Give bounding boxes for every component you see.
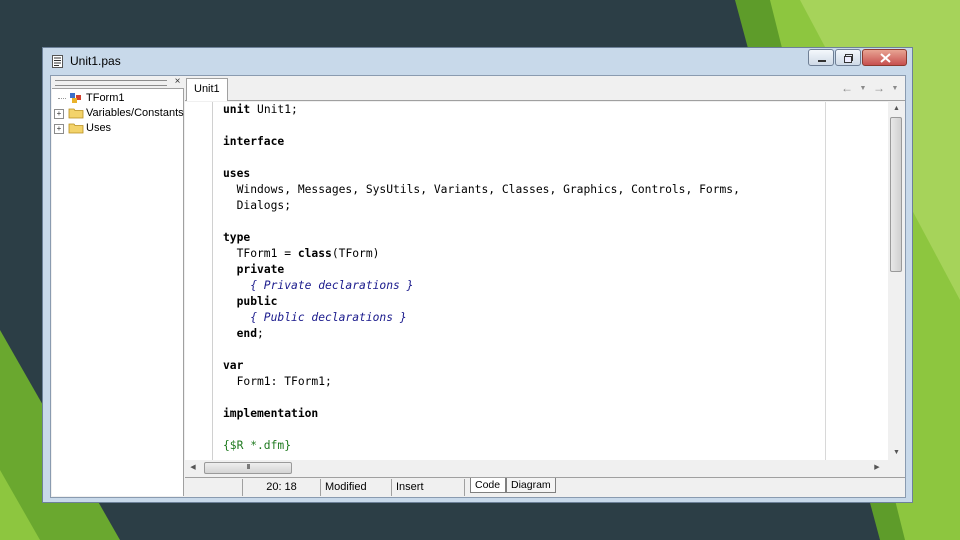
code-line: var — [223, 358, 823, 374]
cursor-position: 20: 18 — [243, 479, 321, 496]
tree-item-label: Variables/Constants — [86, 107, 184, 119]
editor-gutter[interactable] — [185, 102, 213, 460]
code-line: {$R *.dfm} — [223, 438, 823, 454]
tree-connector — [58, 98, 66, 99]
tab-code[interactable]: Code — [470, 478, 506, 493]
status-bar: 20: 18 Modified Insert Code Diagram — [185, 477, 905, 496]
code-text: TForm1 = class(TForm) — [223, 247, 380, 260]
code-text: unit Unit1; — [223, 103, 298, 116]
expand-icon[interactable]: + — [54, 109, 64, 119]
close-icon — [880, 53, 891, 63]
tree-item-uses[interactable]: + Uses — [52, 121, 184, 136]
code-text: var — [223, 359, 244, 372]
minimize-icon — [818, 60, 826, 62]
code-line: interface — [223, 134, 823, 150]
source-code[interactable]: unit Unit1; interface uses Windows, Messag… — [223, 102, 823, 454]
code-text: private — [236, 263, 285, 276]
modified-indicator: Modified — [322, 479, 392, 496]
code-line: unit Unit1; — [223, 102, 823, 118]
minimize-button[interactable] — [808, 49, 834, 66]
status-blank-cell — [185, 479, 243, 496]
horizontal-scroll-thumb[interactable]: III — [204, 462, 292, 474]
code-line: Form1: TForm1; — [223, 374, 823, 390]
code-line: { Public declarations } — [223, 310, 823, 326]
back-dropdown-icon[interactable]: ▼ — [859, 82, 867, 95]
explorer-close-button[interactable]: × — [173, 77, 182, 87]
window-title: Unit1.pas — [70, 54, 121, 68]
code-text: interface — [223, 135, 285, 148]
editor-tab-strip: Unit1 ← ▼ → ▼ — [185, 77, 905, 101]
tab-unit1[interactable]: Unit1 — [186, 78, 228, 101]
maximize-button[interactable] — [835, 49, 861, 66]
client-area: × TForm1 + Variables/Constants + Uses Un… — [50, 75, 906, 498]
right-margin-line — [825, 102, 826, 460]
code-text: implementation — [223, 407, 319, 420]
code-line: uses — [223, 166, 823, 182]
close-button[interactable] — [862, 49, 907, 66]
code-text: Dialogs; — [223, 199, 292, 212]
arrow-left-icon[interactable]: ← — [839, 82, 855, 95]
tree-item-tform1[interactable]: TForm1 — [52, 91, 184, 106]
code-line: public — [223, 294, 823, 310]
tab-diagram[interactable]: Diagram — [506, 478, 556, 493]
editor-window: Unit1.pas × TForm1 + Variables/Constants… — [42, 47, 913, 503]
horizontal-scrollbar[interactable]: ◀ III ▶ — [185, 460, 905, 476]
code-text: uses — [223, 167, 251, 180]
folder-icon — [68, 123, 84, 134]
code-text: Windows, Messages, SysUtils, Variants, C… — [223, 183, 740, 196]
code-line: private — [223, 262, 823, 278]
code-text: public — [236, 295, 278, 308]
code-explorer: × TForm1 + Variables/Constants + Uses — [52, 77, 184, 496]
code-line: { Private declarations } — [223, 278, 823, 294]
code-line: Windows, Messages, SysUtils, Variants, C… — [223, 182, 823, 198]
code-editor[interactable]: unit Unit1; interface uses Windows, Messag… — [185, 102, 905, 460]
arrow-right-icon[interactable]: → — [871, 82, 887, 95]
code-line: TForm1 = class(TForm) — [223, 246, 823, 262]
scroll-down-icon[interactable]: ▼ — [888, 446, 905, 460]
title-bar[interactable]: Unit1.pas — [43, 48, 912, 75]
maximize-icon — [844, 54, 853, 63]
code-line: implementation — [223, 406, 823, 422]
tree-item-variables-constants[interactable]: + Variables/Constants — [52, 106, 184, 121]
scroll-right-icon[interactable]: ▶ — [870, 460, 884, 476]
tree-item-label: Uses — [86, 122, 112, 134]
explorer-tree: TForm1 + Variables/Constants + Uses — [52, 91, 184, 136]
scroll-left-icon[interactable]: ◀ — [186, 460, 200, 476]
vertical-scroll-thumb[interactable] — [890, 117, 902, 272]
class-icon — [70, 93, 81, 103]
explorer-grip[interactable] — [55, 80, 167, 86]
document-icon — [52, 55, 63, 68]
code-text: end; — [236, 327, 264, 340]
code-text: type — [223, 231, 251, 244]
code-line: Dialogs; — [223, 198, 823, 214]
scroll-up-icon[interactable]: ▲ — [888, 102, 905, 116]
insert-mode-indicator[interactable]: Insert — [393, 479, 465, 496]
forward-dropdown-icon[interactable]: ▼ — [891, 82, 899, 95]
code-line: type — [223, 230, 823, 246]
expand-icon[interactable]: + — [54, 124, 64, 134]
tree-item-label: TForm1 — [86, 92, 125, 104]
code-text: Form1: TForm1; — [223, 375, 332, 388]
code-line: end; — [223, 326, 823, 342]
explorer-header[interactable]: × — [52, 77, 184, 89]
vertical-scrollbar[interactable]: ▲ ▼ — [888, 102, 905, 460]
compiler-directive: {$R *.dfm} — [223, 439, 292, 452]
code-comment: { Private declarations } — [223, 279, 414, 292]
folder-icon — [68, 108, 84, 119]
code-comment: { Public declarations } — [223, 311, 407, 324]
